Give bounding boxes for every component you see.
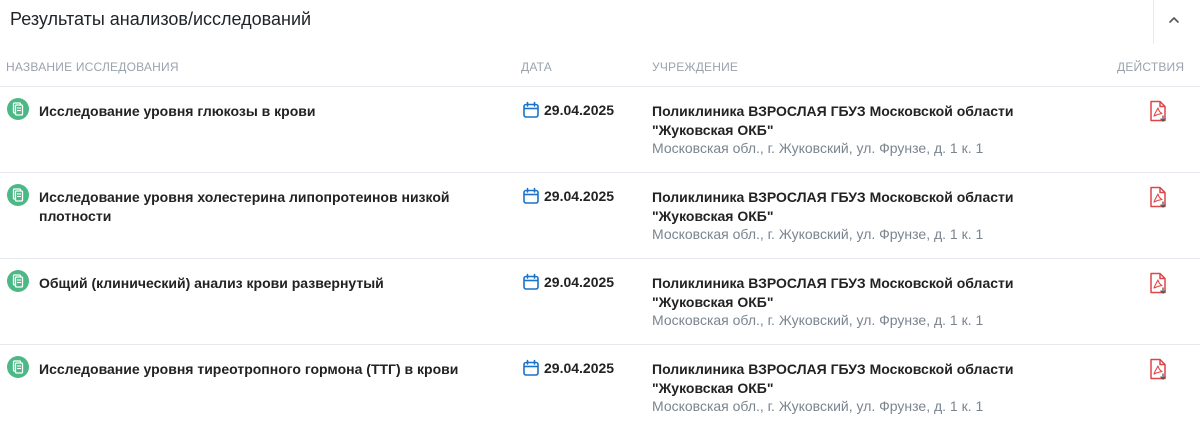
research-date: 29.04.2025 (544, 274, 615, 290)
institution-name: Поликлиника ВЗРОСЛАЯ ГБУЗ Московской обл… (652, 361, 1014, 396)
research-date: 29.04.2025 (544, 360, 615, 376)
research-date: 29.04.2025 (544, 188, 615, 204)
lab-document-icon (7, 98, 29, 120)
institution-name: Поликлиника ВЗРОСЛАЯ ГБУЗ Московской обл… (652, 103, 1014, 138)
institution-address: Московская обл., г. Жуковский, ул. Фрунз… (652, 312, 984, 328)
column-header-name: НАЗВАНИЕ ИССЛЕДОВАНИЯ (6, 60, 179, 74)
table-row[interactable]: Исследование уровня тиреотропного гормон… (0, 344, 1200, 431)
header-actions (1153, 0, 1200, 44)
lab-document-icon (7, 356, 29, 378)
table-row[interactable]: Исследование уровня глюкозы в крови 29.0… (0, 86, 1200, 173)
table-header: НАЗВАНИЕ ИССЛЕДОВАНИЯ ДАТА УЧРЕЖДЕНИЕ ДЕ… (0, 60, 1200, 82)
research-name: Исследование уровня глюкозы в крови (39, 103, 316, 119)
research-name: Исследование уровня холестерина липопрот… (39, 189, 450, 224)
institution-name: Поликлиника ВЗРОСЛАЯ ГБУЗ Московской обл… (652, 189, 1014, 224)
collapse-button[interactable] (1162, 8, 1186, 32)
table-row[interactable]: Исследование уровня холестерина липопрот… (0, 172, 1200, 259)
pdf-download-icon[interactable] (1146, 271, 1170, 295)
panel-header: Результаты анализов/исследований (0, 0, 1200, 44)
pdf-download-icon[interactable] (1146, 99, 1170, 123)
calendar-icon (523, 273, 539, 290)
calendar-icon (523, 187, 539, 204)
institution-address: Московская обл., г. Жуковский, ул. Фрунз… (652, 140, 984, 156)
institution-name: Поликлиника ВЗРОСЛАЯ ГБУЗ Московской обл… (652, 275, 1014, 310)
institution-address: Московская обл., г. Жуковский, ул. Фрунз… (652, 226, 984, 242)
lab-document-icon (7, 270, 29, 292)
calendar-icon (523, 101, 539, 118)
research-name: Исследование уровня тиреотропного гормон… (39, 361, 459, 377)
table-row[interactable]: Общий (клинический) анализ крови разверн… (0, 258, 1200, 345)
institution-address: Московская обл., г. Жуковский, ул. Фрунз… (652, 398, 984, 414)
column-header-actions: ДЕЙСТВИЯ (1117, 60, 1185, 74)
research-name: Общий (клинический) анализ крови разверн… (39, 275, 384, 291)
pdf-download-icon[interactable] (1146, 185, 1170, 209)
research-date: 29.04.2025 (544, 102, 615, 118)
lab-document-icon (7, 184, 29, 206)
column-header-institution: УЧРЕЖДЕНИЕ (652, 60, 739, 74)
lab-results-panel: Результаты анализов/исследований НАЗВАНИ… (0, 0, 1200, 426)
column-header-date: ДАТА (521, 60, 552, 74)
chevron-up-icon (1169, 17, 1179, 23)
panel-title: Результаты анализов/исследований (10, 9, 312, 29)
calendar-icon (523, 359, 539, 376)
pdf-download-icon[interactable] (1146, 357, 1170, 381)
